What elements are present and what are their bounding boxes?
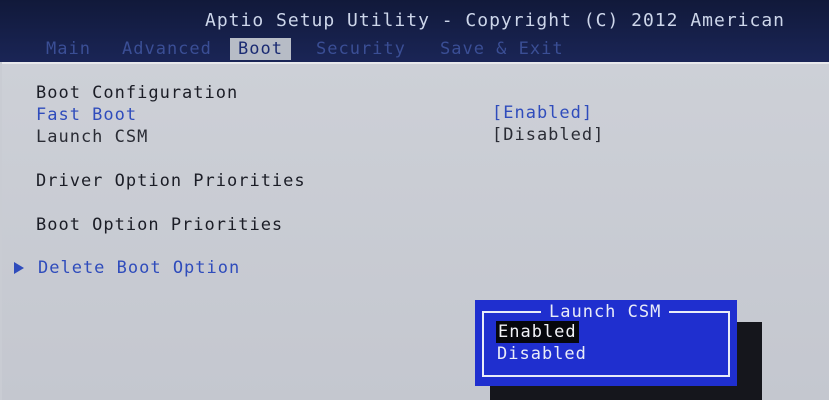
fast-boot-item[interactable]: Fast Boot — [36, 105, 137, 125]
menu-bar: Main Advanced Boot Security Save & Exit — [0, 38, 829, 60]
tab-advanced[interactable]: Advanced — [122, 38, 212, 60]
launch-csm-item[interactable]: Launch CSM — [36, 127, 148, 147]
tab-boot[interactable]: Boot — [230, 38, 291, 60]
launch-csm-popup: Launch CSM Enabled Disabled — [475, 300, 737, 386]
window-title: Aptio Setup Utility - Copyright (C) 2012… — [205, 10, 786, 31]
launch-csm-value[interactable]: [Disabled] — [492, 125, 604, 145]
delete-boot-option-item[interactable]: Delete Boot Option — [38, 258, 240, 278]
driver-option-priorities-heading: Driver Option Priorities — [36, 171, 306, 191]
boot-configuration-heading: Boot Configuration — [36, 83, 239, 103]
tab-security[interactable]: Security — [316, 38, 406, 60]
tab-main[interactable]: Main — [46, 38, 91, 60]
popup-option-disabled[interactable]: Disabled — [497, 343, 587, 365]
submenu-arrow-icon — [14, 262, 24, 274]
popup-title: Launch CSM — [541, 302, 670, 322]
tab-save-exit[interactable]: Save & Exit — [440, 38, 564, 60]
fast-boot-value[interactable]: [Enabled] — [492, 103, 593, 123]
header-bar: Aptio Setup Utility - Copyright (C) 2012… — [0, 0, 829, 62]
popup-option-enabled[interactable]: Enabled — [496, 321, 579, 343]
bios-setup-screen: Aptio Setup Utility - Copyright (C) 2012… — [0, 0, 829, 400]
boot-option-priorities-heading: Boot Option Priorities — [36, 215, 284, 235]
